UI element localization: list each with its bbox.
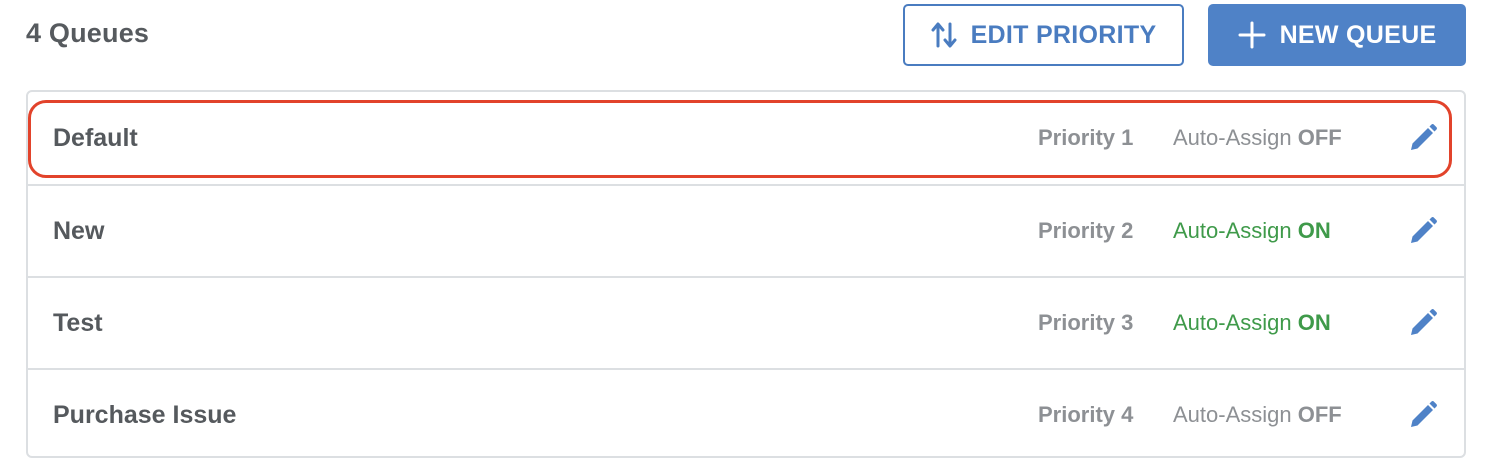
new-queue-label: NEW QUEUE xyxy=(1279,20,1437,49)
queue-count-title: 4 Queues xyxy=(26,18,150,48)
queue-priority: Priority 4 xyxy=(1038,402,1134,427)
queue-priority: Priority 2 xyxy=(1038,218,1134,243)
sort-arrows-icon xyxy=(931,21,957,49)
auto-assign-state: ON xyxy=(1297,218,1331,243)
queue-name: Test xyxy=(53,308,103,337)
auto-assign-state: OFF xyxy=(1297,125,1342,150)
queue-row-purchase-issue[interactable]: Purchase Issue Priority 4 Auto-Assign OF… xyxy=(28,368,1464,460)
new-queue-button[interactable]: NEW QUEUE xyxy=(1208,4,1466,66)
auto-assign-state: ON xyxy=(1297,310,1331,335)
queues-page: 4 Queues EDIT PRIORITY NEW QUEUE Default… xyxy=(0,0,1490,472)
edit-priority-button[interactable]: EDIT PRIORITY xyxy=(903,4,1184,66)
auto-assign-label: Auto-Assign xyxy=(1173,125,1292,150)
auto-assign-status: Auto-Assign OFF xyxy=(1173,125,1342,151)
auto-assign-status: Auto-Assign ON xyxy=(1173,218,1331,244)
auto-assign-status: Auto-Assign OFF xyxy=(1173,402,1342,428)
queue-name: Default xyxy=(53,123,138,152)
queue-name: Purchase Issue xyxy=(53,400,237,429)
pencil-icon[interactable] xyxy=(1406,306,1440,340)
pencil-icon[interactable] xyxy=(1406,121,1440,155)
pencil-icon[interactable] xyxy=(1406,398,1440,432)
queue-row-test[interactable]: Test Priority 3 Auto-Assign ON xyxy=(28,276,1464,368)
queue-priority: Priority 1 xyxy=(1038,125,1134,150)
queue-priority: Priority 3 xyxy=(1038,310,1134,335)
queue-row-default[interactable]: Default Priority 1 Auto-Assign OFF xyxy=(28,92,1464,184)
pencil-icon[interactable] xyxy=(1406,214,1440,248)
edit-priority-label: EDIT PRIORITY xyxy=(970,20,1157,49)
plus-icon xyxy=(1238,21,1266,49)
auto-assign-label: Auto-Assign xyxy=(1173,218,1292,243)
queue-row-new[interactable]: New Priority 2 Auto-Assign ON xyxy=(28,184,1464,276)
auto-assign-state: OFF xyxy=(1297,402,1342,427)
queue-list: Default Priority 1 Auto-Assign OFF New P… xyxy=(26,90,1466,458)
auto-assign-label: Auto-Assign xyxy=(1173,310,1292,335)
auto-assign-status: Auto-Assign ON xyxy=(1173,310,1331,336)
auto-assign-label: Auto-Assign xyxy=(1173,402,1292,427)
queue-name: New xyxy=(53,216,105,245)
